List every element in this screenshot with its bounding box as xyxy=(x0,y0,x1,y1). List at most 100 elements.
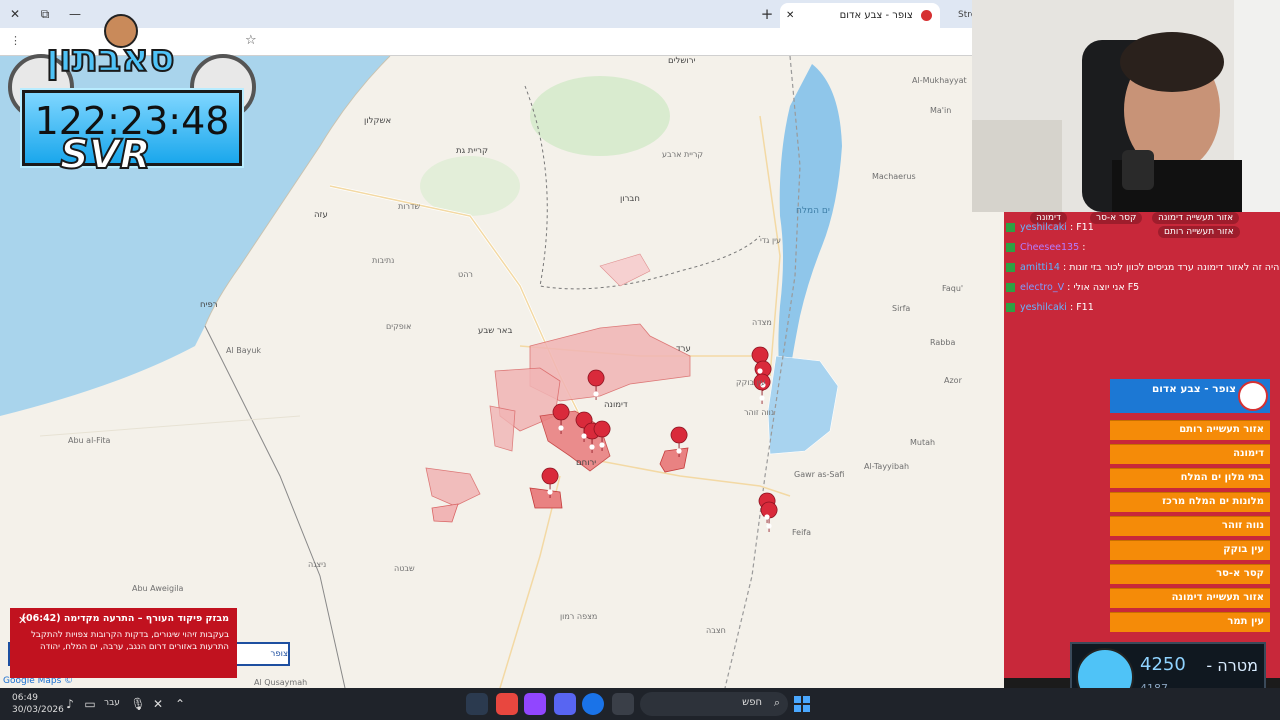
map-label: Al-Mukhayyat xyxy=(912,76,967,85)
timer-title: סאבתון xyxy=(45,35,176,81)
chat-username[interactable]: yeshilcaki xyxy=(1020,222,1067,233)
chrome-app-icon[interactable] xyxy=(582,693,604,715)
map-label: Ma'in xyxy=(930,106,952,115)
chat-username[interactable]: yeshilcaki xyxy=(1020,302,1067,313)
map-label: ירוחם xyxy=(576,458,597,468)
taskbar-search[interactable]: ⌕ חפש xyxy=(640,692,788,716)
map-label: רהט xyxy=(458,270,473,279)
taskbar: 06:49 30/03/2026 ♪ ▭ עבר 🎙 ✕ ⌃ ⌕ חפש xyxy=(0,688,1280,720)
zone-item: נווה זוהר xyxy=(1110,516,1270,536)
map-label: שדרות xyxy=(398,202,420,211)
volume-icon[interactable]: ♪ xyxy=(62,696,78,712)
map-label: Feifa xyxy=(792,528,812,537)
network-icon[interactable]: ▭ xyxy=(82,696,98,712)
map-label: Mutah xyxy=(910,438,936,447)
map-label: ירושלים xyxy=(668,56,696,66)
home-front-alert: ✕ מבזק פיקוד העורף – התרעה מקדימה (06:42… xyxy=(10,608,237,678)
taskbar-time: 06:49 xyxy=(12,693,38,703)
chat-message: electro_V : אני יוצה אולי F5 xyxy=(1004,282,1280,300)
map-label: קריית גת xyxy=(456,146,489,156)
notification-off-icon[interactable]: ✕ xyxy=(150,696,166,712)
zone-list-header: צופר - צבע אדום xyxy=(1110,379,1270,413)
tab-tsofar[interactable]: צופר - צבע אדום ✕ xyxy=(780,3,940,28)
tsofar-button[interactable]: צופר xyxy=(232,642,290,666)
map-label: ערד xyxy=(676,344,691,354)
map-label: Sirfa xyxy=(892,304,911,313)
map-label: אופקים xyxy=(386,322,412,331)
map-label: עין בוקק xyxy=(736,378,766,387)
chat-text: אני יוצה אולי F5 xyxy=(1073,282,1140,293)
taskbar-clock[interactable]: 06:49 30/03/2026 xyxy=(12,692,64,716)
tab-title: צופר - צבע אדום xyxy=(839,10,913,21)
alert-close-icon[interactable]: ✕ xyxy=(18,614,27,627)
map-label: Abu Aweigila xyxy=(132,584,184,593)
map-label: דימונה xyxy=(604,400,628,410)
tray-chevron-icon[interactable]: ⌃ xyxy=(172,696,188,712)
map-label: Faqu' xyxy=(942,284,964,293)
tab-close-icon[interactable]: ✕ xyxy=(786,3,794,28)
search-icon: ⌕ xyxy=(773,696,780,709)
map-label: Azor xyxy=(944,376,962,385)
chat-username[interactable]: Cheesee135 xyxy=(1020,242,1079,253)
map-label: נתיבות xyxy=(372,256,395,265)
map-label: ניצנה xyxy=(308,560,327,569)
map-label: קריית ארבע xyxy=(662,150,704,159)
zone-item: אזור תעשייה רותם xyxy=(1110,420,1270,440)
discord-app-icon[interactable] xyxy=(554,693,576,715)
map-label: ים המלח xyxy=(796,206,830,216)
map-label: Gawr as-Safi xyxy=(794,470,845,479)
goal-label: מטרה - xyxy=(1206,656,1258,675)
chat-message: yeshilcaki : F11 xyxy=(1004,302,1280,320)
zone-item: עין בוקק xyxy=(1110,540,1270,560)
map-label: באר שבע xyxy=(478,326,513,336)
language-indicator[interactable]: עבר xyxy=(104,698,120,708)
chat-text: F11 xyxy=(1076,222,1094,233)
chat-message: amitti14 : תיהיה זה לאזור דימונה ערד מגי… xyxy=(1004,262,1280,280)
alert-body: בעקבות זיהוי שיגורים, בדקות הקרובות צפוי… xyxy=(31,630,229,652)
mod-badge-icon xyxy=(1006,243,1015,252)
new-tab-button[interactable]: + xyxy=(758,5,776,23)
windows-start-icon[interactable] xyxy=(794,696,810,712)
map-label: Al-Tayyibah xyxy=(864,462,910,471)
subathon-timer: סאבתון 122:23:48 SVR xyxy=(0,14,262,194)
map-label: עזה xyxy=(314,210,328,220)
chat-username[interactable]: electro_V xyxy=(1020,282,1064,293)
map-label: מצפה רמון xyxy=(560,612,598,621)
chat-message: Cheesee135 : xyxy=(1004,242,1280,260)
mod-badge-icon xyxy=(1006,223,1015,232)
map-label: Rabba xyxy=(930,338,956,347)
mod-badge-icon xyxy=(1006,263,1015,272)
app-icon[interactable] xyxy=(496,693,518,715)
timer-subtitle: SVR xyxy=(59,131,152,179)
zone-item: עין תמר xyxy=(1110,612,1270,632)
mod-badge-icon xyxy=(1006,303,1015,312)
file-explorer-icon[interactable] xyxy=(612,693,634,715)
microphone-icon[interactable]: 🎙 xyxy=(130,696,146,712)
zone-item: אזור תעשייה דימונה xyxy=(1110,588,1270,608)
mod-badge-icon xyxy=(1006,283,1015,292)
steam-app-icon[interactable] xyxy=(466,693,488,715)
map-label: Abu al-Fita xyxy=(68,436,111,445)
taskbar-date: 30/03/2026 xyxy=(12,705,64,715)
chat-message: yeshilcaki : F11 xyxy=(1004,222,1280,240)
map-label: אשקלון xyxy=(364,116,392,126)
tsofar-logo-icon xyxy=(1238,381,1268,411)
map-label: Al Bayuk xyxy=(226,346,262,355)
zone-item: קסר א-סר xyxy=(1110,564,1270,584)
map-label: מצדה xyxy=(752,318,772,327)
zone-item: מלונות ים המלח מרכז xyxy=(1110,492,1270,512)
map-label: חצבה xyxy=(706,626,726,635)
twitch-app-icon[interactable] xyxy=(524,693,546,715)
map-label: נווה זוהר xyxy=(744,408,775,417)
map-label: רפיח xyxy=(200,300,218,310)
zone-list-title: צופר - צבע אדום xyxy=(1152,383,1236,395)
map-label: Machaerus xyxy=(872,172,916,181)
search-placeholder: חפש xyxy=(742,697,762,708)
chat-text: תיהיה זה לאזור דימונה ערד מגיסים לכוון ל… xyxy=(1069,262,1280,273)
map-label: Al Qusaymah xyxy=(254,678,308,687)
chat-text: F11 xyxy=(1076,302,1094,313)
zone-item: בתי מלון ים המלח xyxy=(1110,468,1270,488)
chat-username[interactable]: amitti14 xyxy=(1020,262,1060,273)
map-label: עין גדי xyxy=(760,236,781,245)
tsofar-favicon-icon xyxy=(921,9,932,21)
